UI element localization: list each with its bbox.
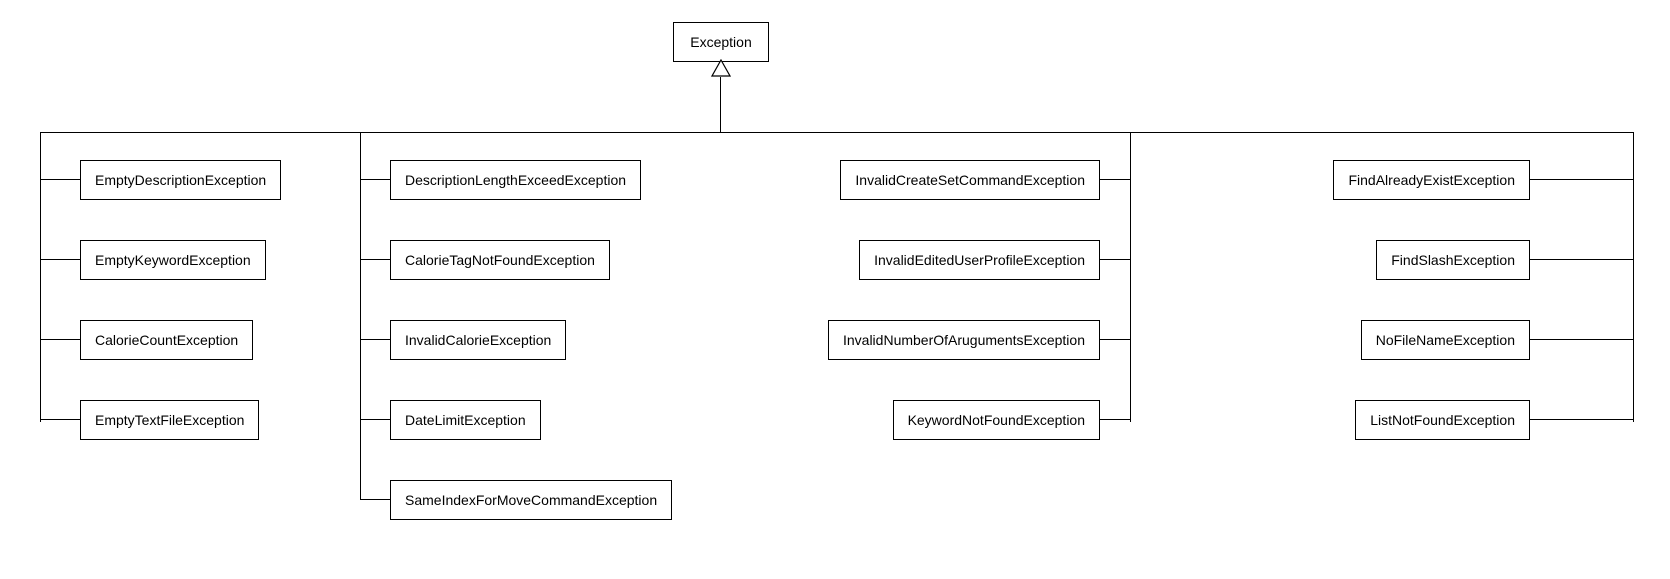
class-box: InvalidCalorieException xyxy=(390,320,566,360)
class-box: KeywordNotFoundException xyxy=(893,400,1100,440)
connector-stub xyxy=(40,179,80,180)
class-box: EmptyTextFileException xyxy=(80,400,259,440)
connector-root-stem xyxy=(720,77,721,132)
class-box: InvalidEditedUserProfileException xyxy=(859,240,1100,280)
class-box: CalorieCountException xyxy=(80,320,253,360)
class-label: InvalidEditedUserProfileException xyxy=(874,252,1085,268)
connector-stub xyxy=(1530,419,1633,420)
class-label: InvalidCalorieException xyxy=(405,332,551,348)
connector-stub xyxy=(1100,259,1130,260)
connector-stub xyxy=(1100,179,1130,180)
root-label: Exception xyxy=(690,34,751,50)
class-box: EmptyDescriptionException xyxy=(80,160,281,200)
class-label: SameIndexForMoveCommandException xyxy=(405,492,657,508)
class-label: EmptyTextFileException xyxy=(95,412,244,428)
class-box: ListNotFoundException xyxy=(1355,400,1530,440)
class-label: InvalidCreateSetCommandException xyxy=(855,172,1085,188)
connector-col1-trunk xyxy=(40,132,41,422)
connector-stub xyxy=(1530,259,1633,260)
root-exception-box: Exception xyxy=(673,22,769,62)
connector-stub xyxy=(40,339,80,340)
class-box: DescriptionLengthExceedException xyxy=(390,160,641,200)
connector-stub xyxy=(1100,419,1130,420)
class-label: CalorieTagNotFoundException xyxy=(405,252,595,268)
class-label: EmptyKeywordException xyxy=(95,252,251,268)
class-label: ListNotFoundException xyxy=(1370,412,1515,428)
connector-stub xyxy=(360,339,390,340)
class-box: DateLimitException xyxy=(390,400,541,440)
connector-stub xyxy=(360,499,390,500)
class-label: KeywordNotFoundException xyxy=(908,412,1085,428)
class-box: InvalidCreateSetCommandException xyxy=(840,160,1100,200)
connector-stub xyxy=(40,259,80,260)
connector-stub xyxy=(40,419,80,420)
class-label: DateLimitException xyxy=(405,412,526,428)
class-box: SameIndexForMoveCommandException xyxy=(390,480,672,520)
class-box: CalorieTagNotFoundException xyxy=(390,240,610,280)
class-label: CalorieCountException xyxy=(95,332,238,348)
class-box: EmptyKeywordException xyxy=(80,240,266,280)
class-box: NoFileNameException xyxy=(1361,320,1530,360)
class-label: FindAlreadyExistException xyxy=(1348,172,1515,188)
connector-col3-trunk xyxy=(1130,132,1131,422)
connector-horizontal-bus xyxy=(40,132,1634,133)
connector-stub xyxy=(1530,179,1633,180)
connector-col2-trunk xyxy=(360,132,361,500)
connector-col4-trunk xyxy=(1633,132,1634,422)
class-box: FindSlashException xyxy=(1376,240,1530,280)
class-label: InvalidNumberOfArugumentsException xyxy=(843,332,1085,348)
class-label: EmptyDescriptionException xyxy=(95,172,266,188)
class-label: FindSlashException xyxy=(1391,252,1515,268)
inheritance-arrowhead-icon xyxy=(711,59,731,77)
class-label: NoFileNameException xyxy=(1376,332,1515,348)
class-label: DescriptionLengthExceedException xyxy=(405,172,626,188)
connector-stub xyxy=(1530,339,1633,340)
connector-stub xyxy=(360,179,390,180)
connector-stub xyxy=(1100,339,1130,340)
class-box: FindAlreadyExistException xyxy=(1333,160,1530,200)
connector-stub xyxy=(360,259,390,260)
connector-stub xyxy=(360,419,390,420)
class-box: InvalidNumberOfArugumentsException xyxy=(828,320,1100,360)
